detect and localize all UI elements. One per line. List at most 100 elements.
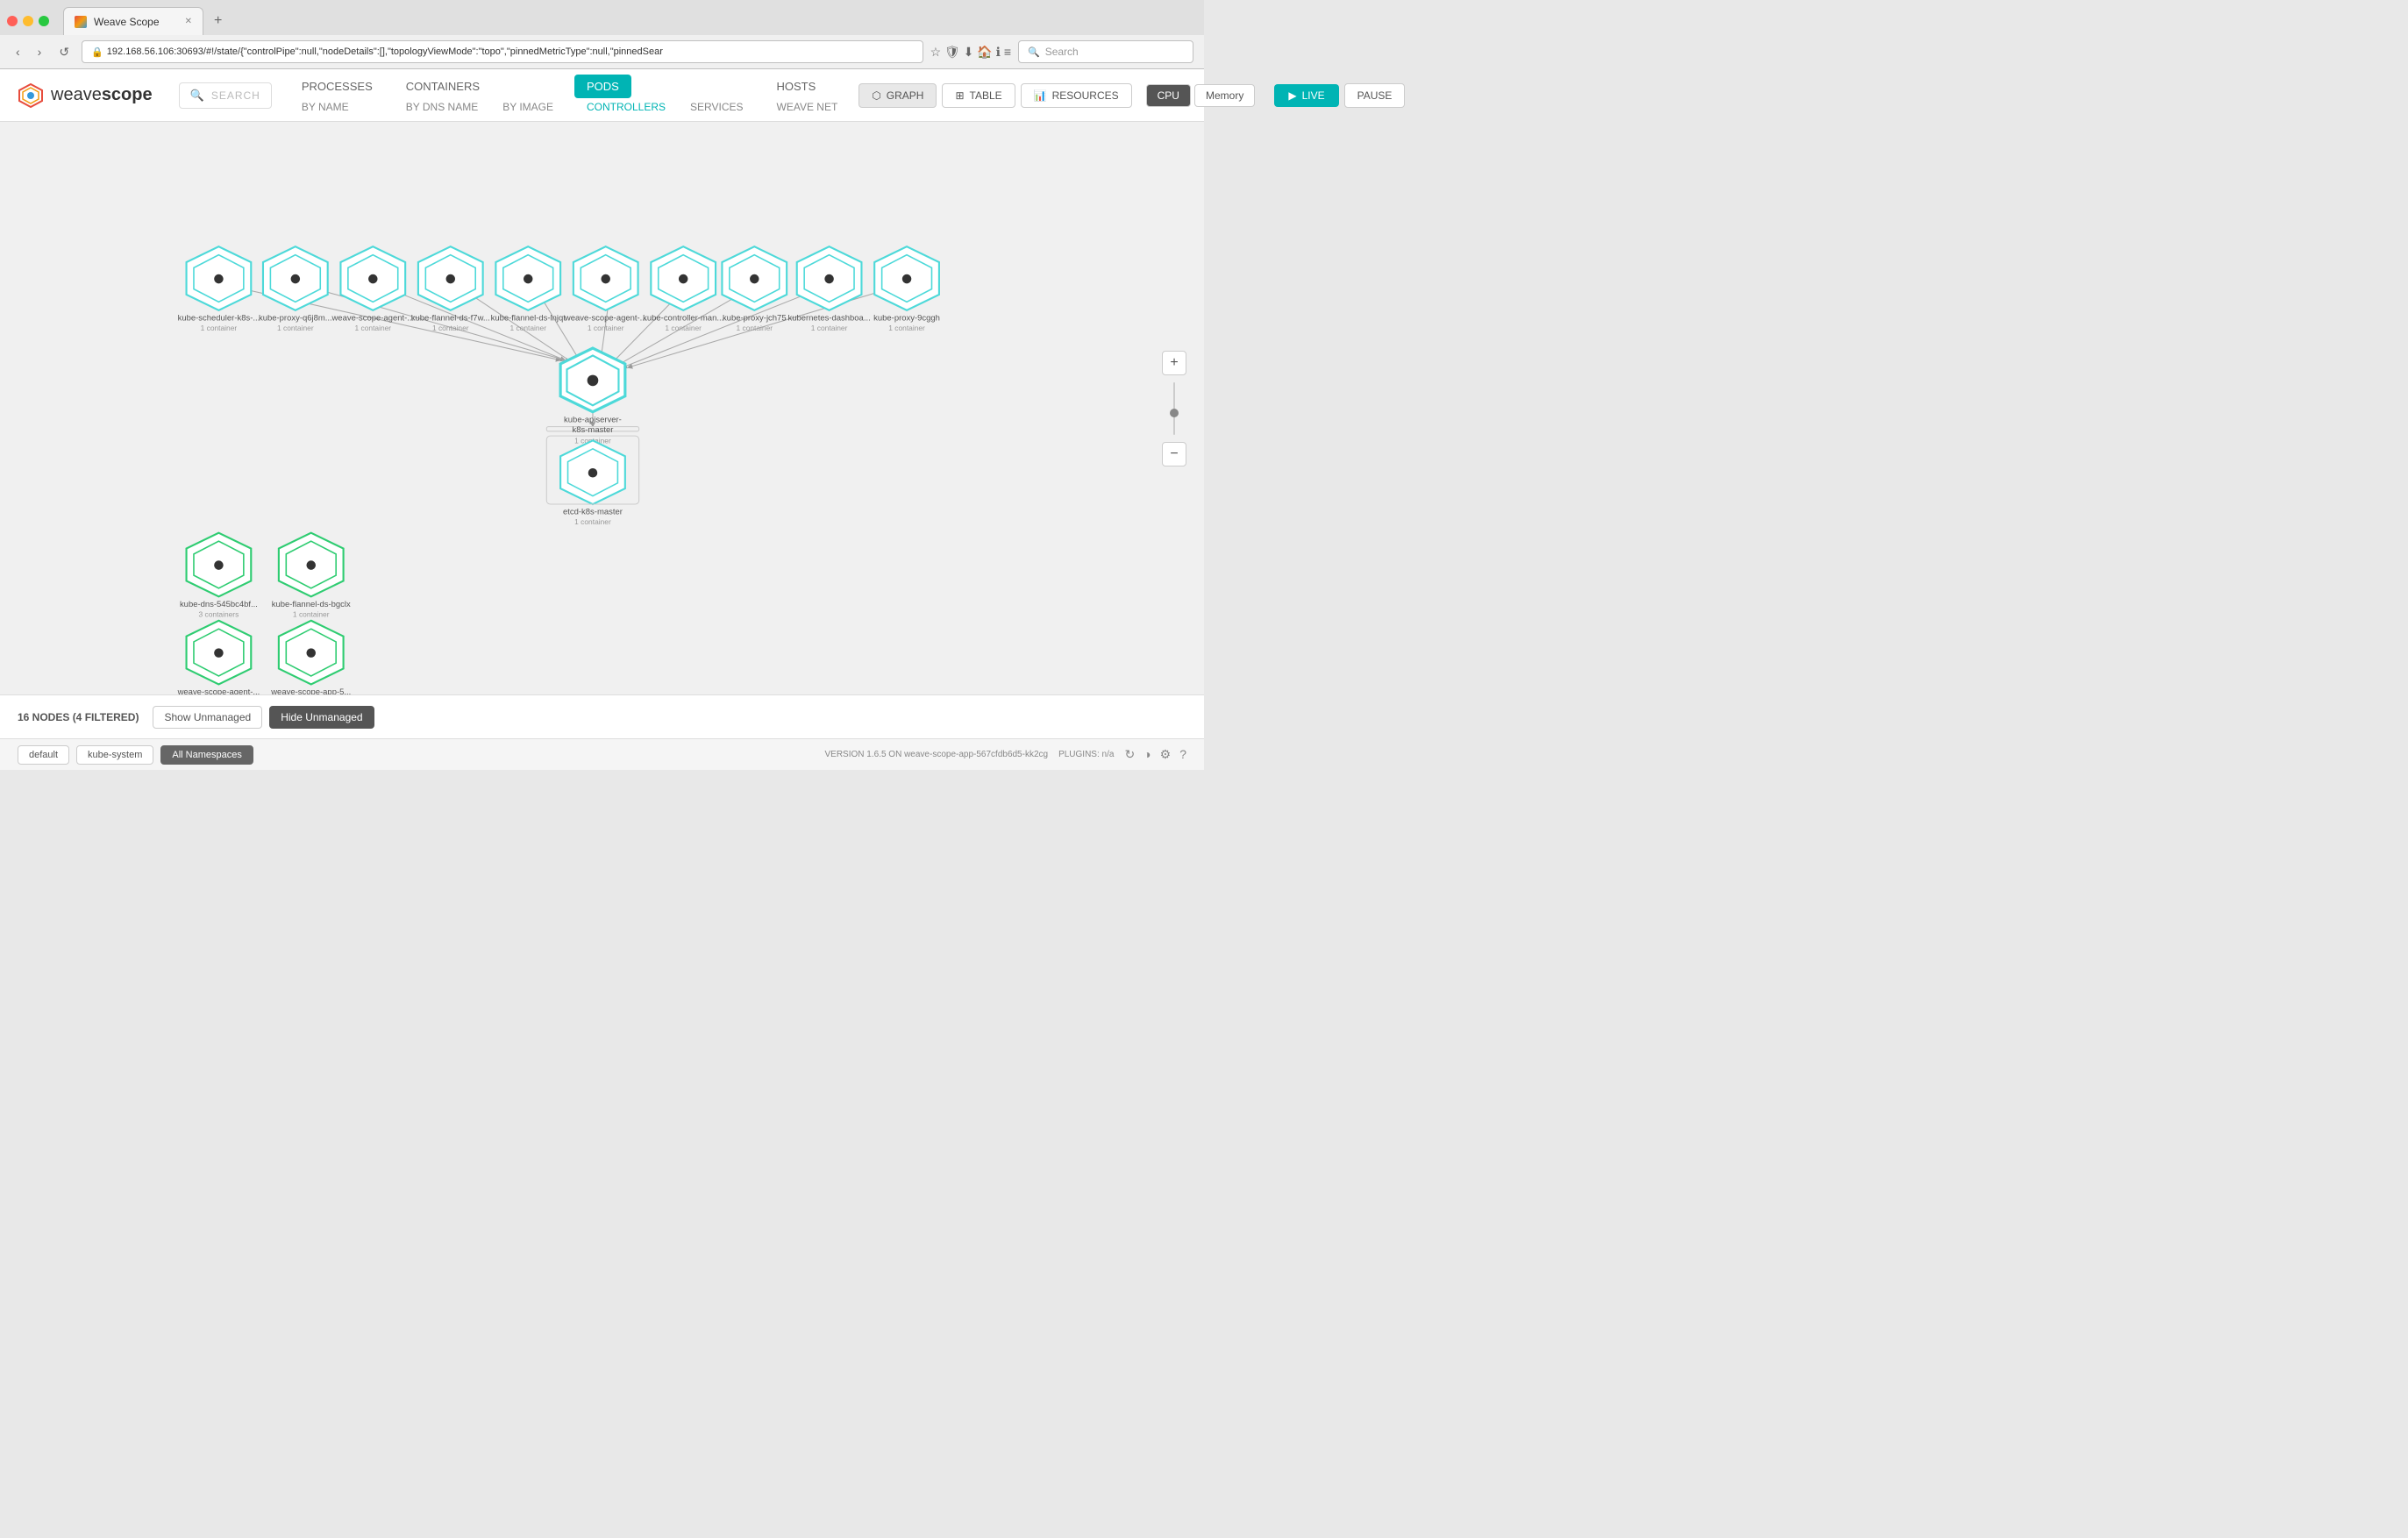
search-icon: 🔍 <box>190 89 204 103</box>
ns-all-namespaces-button[interactable]: All Namespaces <box>160 745 253 765</box>
footer-icons: ↻ ◑ ⚙ ? <box>1124 747 1186 762</box>
view-controls: ⬡ GRAPH ⊞ TABLE 📊 RESOURCES CPU Memory ▶… <box>858 83 1405 108</box>
back-button[interactable]: ‹ <box>11 43 25 61</box>
node-weave-scope-agent2[interactable]: weave-scope-agent-... 1 container <box>564 246 647 332</box>
zoom-slider[interactable] <box>1173 382 1175 435</box>
svg-text:kube-flannel-ds-f7w...: kube-flannel-ds-f7w... <box>411 313 490 323</box>
node-weave-scope-app[interactable]: weave-scope-app-5... 1 container <box>270 621 351 694</box>
nav-group-processes: PROCESSES BY NAME <box>289 75 385 116</box>
svg-text:kube-proxy-jch75: kube-proxy-jch75 <box>723 313 787 323</box>
hide-unmanaged-button[interactable]: Hide Unmanaged <box>269 706 374 729</box>
node-kube-apiserver[interactable]: kube-apiserver- k8s-master 1 container <box>560 348 625 445</box>
play-icon: ▶ <box>1288 89 1296 102</box>
namespace-buttons: default kube-system All Namespaces <box>18 745 253 765</box>
zoom-out-button[interactable]: − <box>1162 442 1186 466</box>
nav-processes-byname[interactable]: BY NAME <box>289 98 361 116</box>
browser-search-bar[interactable]: 🔍 Search <box>1018 40 1193 63</box>
nodes-info: 16 NODES (4 FILTERED) <box>18 711 139 723</box>
tab-close[interactable]: ✕ <box>185 17 192 26</box>
svg-text:kube-controller-man...: kube-controller-man... <box>643 313 723 323</box>
search-placeholder: SEARCH <box>211 89 260 102</box>
ns-kube-system-button[interactable]: kube-system <box>76 745 153 765</box>
svg-text:1 container: 1 container <box>355 324 392 332</box>
settings-icon[interactable]: ⚙ <box>1160 747 1172 762</box>
graph-container[interactable]: kube-scheduler-k8s-... 1 container kube-… <box>0 122 1204 694</box>
app-search-box[interactable]: 🔍 SEARCH <box>179 82 272 109</box>
view-graph-button[interactable]: ⬡ GRAPH <box>858 83 937 108</box>
nav-processes[interactable]: PROCESSES <box>289 75 385 98</box>
footer-bar: default kube-system All Namespaces VERSI… <box>0 738 1204 770</box>
nav-menu: PROCESSES BY NAME CONTAINERS BY DNS NAME… <box>289 75 858 116</box>
browser-tab[interactable]: Weave Scope ✕ <box>63 7 203 35</box>
nav-containers-bydns[interactable]: BY DNS NAME <box>394 98 490 116</box>
svg-text:1 container: 1 container <box>811 324 848 332</box>
nav-group-pods: PODS CONTROLLERS SERVICES <box>574 75 756 116</box>
svg-text:kube-flannel-ds-lnjqt: kube-flannel-ds-lnjqt <box>491 313 566 323</box>
svg-text:etcd-k8s-master: etcd-k8s-master <box>563 508 623 517</box>
svg-text:1 container: 1 container <box>736 324 773 332</box>
nav-containers-byimage[interactable]: BY IMAGE <box>490 98 566 116</box>
traffic-light-yellow[interactable] <box>23 16 33 26</box>
nav-group-containers: CONTAINERS BY DNS NAME BY IMAGE <box>394 75 566 116</box>
address-bar[interactable]: 🔒 192.168.56.106:30693/#!/state/{"contro… <box>82 40 923 63</box>
refresh-footer-icon[interactable]: ↻ <box>1124 747 1135 762</box>
node-weave-scope-agent1[interactable]: weave-scope-agent-... 1 container <box>331 246 414 332</box>
ns-default-button[interactable]: default <box>18 745 69 765</box>
traffic-light-green[interactable] <box>39 16 49 26</box>
new-tab-button[interactable]: + <box>207 10 229 32</box>
zoom-controls: + − <box>1162 351 1186 466</box>
svg-text:weave-scope-agent-...: weave-scope-agent-... <box>564 313 647 323</box>
nav-hosts-weavenet[interactable]: WEAVE NET <box>765 98 851 116</box>
svg-text:1 container: 1 container <box>574 517 611 526</box>
nav-pods[interactable]: PODS <box>574 75 631 98</box>
node-kube-proxy-q6j8m[interactable]: kube-proxy-q6j8m... 1 container <box>259 246 332 332</box>
logo-text: weavescope <box>51 85 153 105</box>
node-kube-dns[interactable]: kube-dns-545bc4bf... 3 containers <box>180 533 258 619</box>
metric-memory-button[interactable]: Memory <box>1194 84 1255 107</box>
refresh-button[interactable]: ↺ <box>53 43 75 61</box>
svg-text:1 container: 1 container <box>588 324 624 332</box>
node-kube-flannel-f7w[interactable]: kube-flannel-ds-f7w... 1 container <box>411 246 490 332</box>
metric-cpu-button[interactable]: CPU <box>1146 84 1191 107</box>
svg-text:k8s-master: k8s-master <box>573 425 614 435</box>
svg-text:kube-dns-545bc4bf...: kube-dns-545bc4bf... <box>180 600 258 609</box>
nav-hosts[interactable]: HOSTS <box>765 75 829 98</box>
show-unmanaged-button[interactable]: Show Unmanaged <box>153 706 262 729</box>
node-kube-flannel-lnjqt[interactable]: kube-flannel-ds-lnjqt 1 container <box>491 246 566 332</box>
svg-text:weave-scope-agent-...: weave-scope-agent-... <box>331 313 414 323</box>
bookmark-icon: ☆ 🛡 ⬇ 🏠 ℹ ≡ <box>930 45 1011 60</box>
nav-pods-services[interactable]: SERVICES <box>678 98 755 116</box>
tab-title: Weave Scope <box>94 16 160 28</box>
nav-pods-controllers[interactable]: CONTROLLERS <box>574 98 678 116</box>
svg-text:kube-proxy-9cggh: kube-proxy-9cggh <box>873 313 940 323</box>
resources-icon: 📊 <box>1034 89 1047 102</box>
logo: weavescope <box>18 82 153 109</box>
app-header: weavescope 🔍 SEARCH PROCESSES BY NAME <box>0 69 1204 122</box>
forward-button[interactable]: › <box>32 43 47 61</box>
traffic-light-red[interactable] <box>7 16 18 26</box>
live-button[interactable]: ▶ LIVE <box>1274 84 1338 107</box>
node-kube-scheduler[interactable]: kube-scheduler-k8s-... 1 container <box>178 246 260 332</box>
pause-button[interactable]: PAUSE <box>1344 83 1406 108</box>
filter-buttons: Show Unmanaged Hide Unmanaged <box>153 706 374 729</box>
node-kube-flannel-bgclx[interactable]: kube-flannel-ds-bgclx 1 container <box>272 533 351 619</box>
node-kube-proxy-9cggh[interactable]: kube-proxy-9cggh 1 container <box>873 246 940 332</box>
svg-text:kube-proxy-q6j8m...: kube-proxy-q6j8m... <box>259 313 332 323</box>
nav-containers[interactable]: CONTAINERS <box>394 75 492 98</box>
address-text: 192.168.56.106:30693/#!/state/{"controlP… <box>107 46 663 57</box>
live-controls: ▶ LIVE PAUSE <box>1274 83 1405 108</box>
view-table-button[interactable]: ⊞ TABLE <box>942 83 1015 108</box>
contrast-icon[interactable]: ◑ <box>1143 747 1151 762</box>
svg-text:weave-scope-app-5...: weave-scope-app-5... <box>270 687 351 694</box>
node-weave-scope-agent3[interactable]: weave-scope-agent-... 1 container <box>177 621 260 694</box>
node-kube-proxy-jch75[interactable]: kube-proxy-jch75 1 container <box>722 246 787 332</box>
node-kubernetes-dashboard[interactable]: kubernetes-dashboa... 1 container <box>787 246 870 332</box>
zoom-in-button[interactable]: + <box>1162 351 1186 375</box>
svg-text:1 container: 1 container <box>665 324 702 332</box>
node-etcd[interactable]: etcd-k8s-master 1 container <box>546 436 638 526</box>
help-icon[interactable]: ? <box>1179 747 1186 762</box>
browser-search-text: Search <box>1045 46 1079 58</box>
view-resources-button[interactable]: 📊 RESOURCES <box>1021 83 1132 108</box>
version-text: VERSION 1.6.5 ON weave-scope-app-567cfdb… <box>825 750 1049 759</box>
node-kube-controller[interactable]: kube-controller-man... 1 container <box>643 246 723 332</box>
